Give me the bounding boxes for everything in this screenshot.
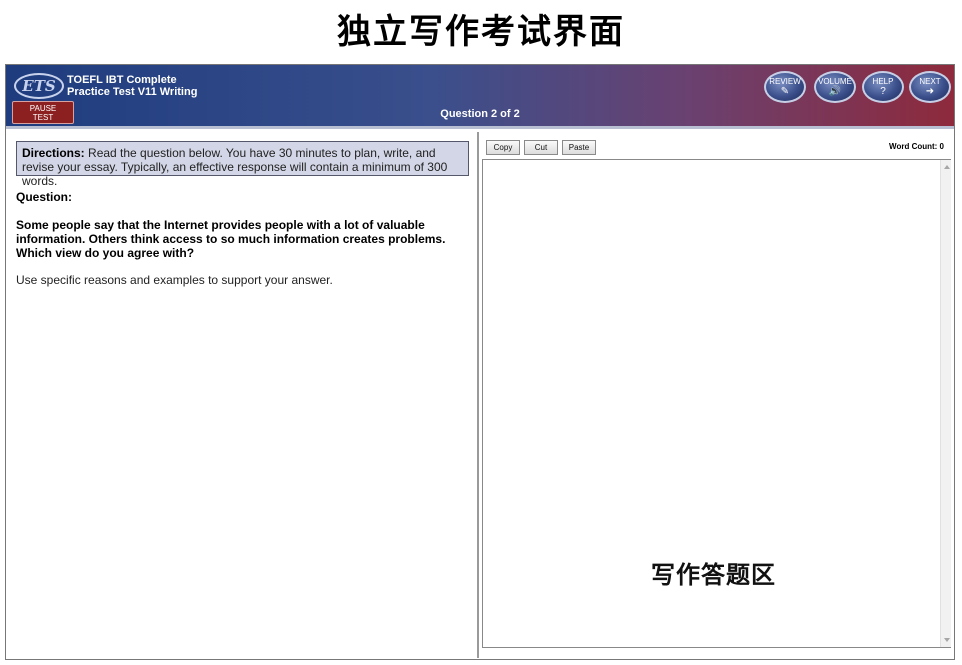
volume-icon: 🔊: [828, 86, 842, 97]
header-bar: ETS TOEFL IBT Complete Practice Test V11…: [6, 65, 954, 129]
volume-label: VOLUME: [818, 77, 852, 86]
test-window: ETS TOEFL IBT Complete Practice Test V11…: [5, 64, 955, 660]
paste-button[interactable]: Paste: [562, 140, 596, 155]
scroll-up-arrow-icon[interactable]: [944, 165, 950, 169]
question-label: Question:: [16, 190, 72, 204]
answer-area-label: 写作答题区: [651, 561, 776, 589]
question-pane: Directions: Read the question below. You…: [7, 132, 479, 658]
directions-text: Read the question below. You have 30 min…: [22, 146, 448, 188]
cut-button[interactable]: Cut: [524, 140, 558, 155]
test-title: TOEFL IBT Complete Practice Test V11 Wri…: [67, 74, 197, 98]
test-title-line1: TOEFL IBT Complete: [67, 74, 177, 86]
test-title-line2: Practice Test V11 Writing: [67, 86, 198, 98]
copy-button[interactable]: Copy: [486, 140, 520, 155]
help-button[interactable]: HELP ?: [862, 71, 904, 103]
directions-box: Directions: Read the question below. You…: [16, 141, 469, 188]
page-heading: 独立写作考试界面: [337, 12, 625, 52]
question-text: Some people say that the Internet provid…: [16, 218, 446, 260]
answer-pane: Copy Cut Paste Word Count: 0 写作答题区: [481, 132, 954, 658]
volume-button[interactable]: VOLUME 🔊: [814, 71, 856, 103]
review-label: REVIEW: [769, 77, 801, 86]
scroll-down-arrow-icon[interactable]: [944, 638, 950, 642]
next-label: NEXT: [919, 77, 941, 86]
review-icon: ✎: [780, 86, 790, 97]
next-button[interactable]: NEXT ➜: [909, 71, 951, 103]
essay-scrollbar[interactable]: [940, 160, 951, 647]
help-icon: ?: [880, 86, 886, 97]
question-instruction: Use specific reasons and examples to sup…: [16, 273, 333, 287]
review-button[interactable]: REVIEW ✎: [764, 71, 806, 103]
word-count: Word Count: 0: [889, 142, 944, 151]
question-counter: Question 2 of 2: [440, 108, 520, 120]
directions-label: Directions:: [22, 146, 85, 160]
help-label: HELP: [872, 77, 894, 86]
next-arrow-icon: ➜: [925, 86, 935, 97]
ets-logo: ETS: [14, 73, 64, 99]
